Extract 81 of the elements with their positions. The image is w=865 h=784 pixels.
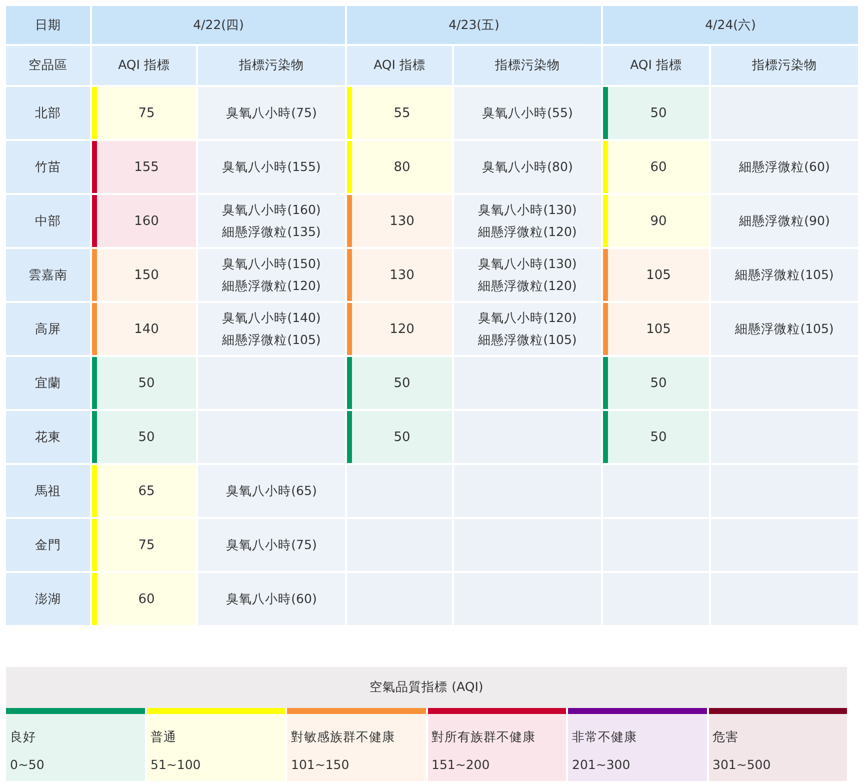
level-name: 對敏感族群不健康 xyxy=(291,729,395,746)
level-name: 危害 xyxy=(712,729,738,746)
pollutant-text: 臭氧八小時(130) xyxy=(478,202,577,218)
aqi-value: 105 xyxy=(608,249,709,301)
pollutant-text: 臭氧八小時(65) xyxy=(226,482,317,500)
region-cell: 北部 xyxy=(6,87,90,139)
aqi-value: 55 xyxy=(352,87,452,139)
header-cell: 日期 xyxy=(6,6,90,44)
aqi-value: 60 xyxy=(608,141,709,193)
aqi-value: 130 xyxy=(352,249,452,301)
aqi-value: 60 xyxy=(97,573,196,625)
pollutant-text: 臭氧八小時(140) xyxy=(222,310,321,326)
header-cell: 空品區 xyxy=(6,46,90,85)
level-name: 非常不健康 xyxy=(572,729,637,746)
level-name: 普通 xyxy=(150,729,176,746)
aqi-value: 130 xyxy=(352,195,452,247)
level-name: 良好 xyxy=(10,729,36,746)
pollutant-text: 臭氧八小時(130) xyxy=(478,256,577,272)
aqi-value: 120 xyxy=(352,303,452,355)
date-header: 4/23(五) xyxy=(347,6,601,44)
header-cell: AQI 指標 xyxy=(92,46,196,85)
region-cell: 竹苗 xyxy=(6,141,90,193)
aqi-value: 50 xyxy=(352,357,452,409)
pollutant-text: 臭氧八小時(75) xyxy=(226,104,317,122)
region-cell: 澎湖 xyxy=(6,573,90,625)
pollutant-text: 臭氧八小時(160) xyxy=(222,202,321,218)
date-header: 4/22(四) xyxy=(92,6,345,44)
aqi-value: 50 xyxy=(608,411,709,463)
pollutant-text: 細懸浮微粒(135) xyxy=(222,224,321,240)
header-cell: AQI 指標 xyxy=(603,46,709,85)
pollutant-text: 臭氧八小時(80) xyxy=(482,158,573,176)
pollutant-text: 臭氧八小時(60) xyxy=(226,590,317,608)
region-cell: 花東 xyxy=(6,411,90,463)
pollutant-text: 細懸浮微粒(60) xyxy=(739,158,830,176)
header-cell: 指標污染物 xyxy=(454,46,601,85)
aqi-value: 90 xyxy=(608,195,709,247)
region-cell: 宜蘭 xyxy=(6,357,90,409)
header-cell: 指標污染物 xyxy=(198,46,345,85)
legend-title: 空氣品質指標 (AQI) xyxy=(6,667,847,708)
pollutant-text: 臭氧八小時(150) xyxy=(222,256,321,272)
level-range: 51~100 xyxy=(150,757,201,772)
aqi-value: 150 xyxy=(97,249,196,301)
date-header: 4/24(六) xyxy=(603,6,858,44)
region-cell: 高屏 xyxy=(6,303,90,355)
level-range: 151~200 xyxy=(432,757,490,772)
region-cell: 雲嘉南 xyxy=(6,249,90,301)
pollutant-text: 臭氧八小時(120) xyxy=(478,310,577,326)
aqi-value: 50 xyxy=(608,357,709,409)
pollutant-text: 細懸浮微粒(90) xyxy=(739,212,830,230)
aqi-value: 105 xyxy=(608,303,709,355)
level-range: 301~500 xyxy=(712,757,771,772)
aqi-value: 50 xyxy=(608,87,709,139)
pollutant-text: 臭氧八小時(55) xyxy=(482,104,573,122)
aqi-value: 140 xyxy=(97,303,196,355)
aqi-value: 50 xyxy=(97,357,196,409)
level-range: 0~50 xyxy=(10,757,44,772)
region-cell: 中部 xyxy=(6,195,90,247)
header-cell: 指標污染物 xyxy=(711,46,858,85)
region-cell: 金門 xyxy=(6,519,90,571)
pollutant-text: 臭氧八小時(75) xyxy=(226,536,317,554)
aqi-value: 80 xyxy=(352,141,452,193)
pollutant-text: 細懸浮微粒(105) xyxy=(222,332,321,348)
region-cell: 馬祖 xyxy=(6,465,90,517)
header-cell: AQI 指標 xyxy=(347,46,452,85)
pollutant-text: 細懸浮微粒(105) xyxy=(478,332,577,348)
level-name: 對所有族群不健康 xyxy=(432,729,536,746)
pollutant-text: 臭氧八小時(155) xyxy=(222,158,321,176)
aqi-value: 50 xyxy=(352,411,452,463)
pollutant-text: 細懸浮微粒(120) xyxy=(478,278,577,294)
aqi-value: 160 xyxy=(97,195,196,247)
aqi-value: 65 xyxy=(97,465,196,517)
level-range: 201~300 xyxy=(572,757,630,772)
aqi-value: 50 xyxy=(97,411,196,463)
pollutant-text: 細懸浮微粒(105) xyxy=(735,266,834,284)
pollutant-text: 細懸浮微粒(120) xyxy=(222,278,321,294)
level-range: 101~150 xyxy=(291,757,350,772)
pollutant-text: 細懸浮微粒(120) xyxy=(478,224,577,240)
aqi-value: 75 xyxy=(97,519,196,571)
aqi-value: 155 xyxy=(97,141,196,193)
pollutant-text: 細懸浮微粒(105) xyxy=(735,320,834,338)
aqi-value: 75 xyxy=(97,87,196,139)
